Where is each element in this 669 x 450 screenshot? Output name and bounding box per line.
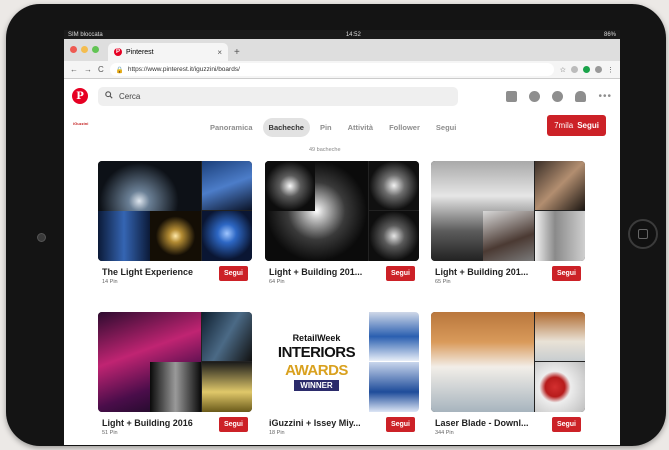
search-bar[interactable]: Cerca: [98, 86, 458, 106]
board-card[interactable]: Laser Blade - Downl... 344 Pin Segui: [431, 312, 585, 438]
award-line-2: INTERIORS: [277, 344, 356, 361]
board-title[interactable]: Light + Building 2016: [102, 418, 193, 428]
bell-icon[interactable]: [575, 90, 587, 102]
board-card[interactable]: Light + Building 2016 51 Pin Segui: [98, 312, 252, 438]
more-icon[interactable]: •••: [598, 91, 612, 102]
tab-panoramica[interactable]: Panoramica: [204, 118, 259, 137]
search-icon: [105, 91, 113, 101]
tab-follower[interactable]: Follower: [383, 118, 426, 137]
board-pin-count: 14 Pin: [102, 279, 118, 285]
board-card[interactable]: Light + Building 201... 65 Pin Segui: [431, 161, 585, 287]
close-tab-icon[interactable]: ×: [217, 48, 222, 57]
follow-board-button[interactable]: Segui: [551, 417, 581, 432]
lock-icon: 🔒: [115, 66, 124, 74]
board-title[interactable]: Laser Blade - Downl...: [435, 418, 529, 428]
board-title[interactable]: iGuzzini + Issey Miy...: [269, 418, 361, 428]
award-line-3: AWARDS: [285, 362, 348, 379]
tab-pin[interactable]: Pin: [314, 118, 338, 137]
profile-nav: iGuzzini Panoramica Bacheche Pin Attivit…: [64, 113, 620, 139]
tablet-frame: SIM bloccata 14:52 86% P Pinterest × + ←…: [6, 4, 666, 446]
board-cover: [98, 312, 252, 412]
board-card[interactable]: Light + Building 201... 64 Pin Segui: [265, 161, 419, 287]
forward-icon[interactable]: →: [84, 65, 92, 74]
browser-tab[interactable]: P Pinterest ×: [108, 43, 228, 61]
board-pin-count: 344 Pin: [435, 430, 454, 436]
search-input[interactable]: Cerca: [119, 92, 140, 101]
board-cover: [431, 312, 585, 412]
clock-text: 14:52: [345, 31, 361, 38]
pinterest-logo-icon[interactable]: P: [72, 88, 88, 104]
profile-icon[interactable]: [529, 90, 541, 102]
reload-icon[interactable]: C: [98, 65, 104, 74]
board-card[interactable]: The Light Experience 14 Pin Segui: [98, 161, 252, 287]
follow-board-button[interactable]: Segui: [551, 266, 581, 281]
board-cover: [98, 161, 252, 261]
brand-logo[interactable]: iGuzzini: [73, 121, 88, 126]
tab-bacheche[interactable]: Bacheche: [262, 118, 310, 137]
carrier-text: SIM bloccata: [68, 31, 103, 38]
screen: SIM bloccata 14:52 86% P Pinterest × + ←…: [64, 30, 620, 445]
board-pin-count: 64 Pin: [269, 279, 285, 285]
menu-icon[interactable]: ⋮: [607, 66, 614, 74]
award-line-4: WINNER: [294, 380, 339, 391]
status-bar: SIM bloccata 14:52 86%: [64, 30, 620, 39]
minimize-window-icon[interactable]: [81, 46, 88, 53]
follow-board-button[interactable]: Segui: [218, 417, 248, 432]
board-title[interactable]: The Light Experience: [102, 267, 193, 277]
board-count: 49 bacheche: [309, 147, 341, 153]
battery-text: 86%: [603, 31, 616, 38]
follow-board-button[interactable]: Segui: [218, 266, 248, 281]
home-button[interactable]: [628, 219, 658, 249]
pinterest-header: P Cerca •••: [64, 79, 620, 113]
address-bar-row: ← → C 🔒 https://www.pinterest.it/iguzzin…: [64, 61, 620, 79]
extension-green-icon[interactable]: [583, 66, 590, 73]
new-tab-icon[interactable]: +: [234, 47, 240, 58]
url-text: https://www.pinterest.it/iguzzini/boards…: [127, 66, 240, 73]
pinterest-favicon-icon: P: [114, 48, 122, 56]
board-pin-count: 65 Pin: [435, 279, 451, 285]
profile-tabs: Panoramica Bacheche Pin Attività Followe…: [204, 118, 462, 137]
follow-board-button[interactable]: Segui: [385, 266, 415, 281]
board-cover: [265, 161, 419, 261]
follow-profile-button[interactable]: 7mila Segui: [547, 115, 606, 136]
board-title[interactable]: Light + Building 201...: [269, 267, 362, 277]
follow-label: Segui: [577, 121, 599, 130]
close-window-icon[interactable]: [70, 46, 77, 53]
extension-grey-icon[interactable]: [595, 66, 602, 73]
chat-icon[interactable]: [552, 90, 564, 102]
board-pin-count: 51 Pin: [102, 430, 118, 436]
board-title[interactable]: Light + Building 201...: [435, 267, 528, 277]
maximize-window-icon[interactable]: [92, 46, 99, 53]
extensions: ☆ ⋮: [560, 66, 614, 74]
board-cover: RetailWeek INTERIORS AWARDS WINNER: [265, 312, 419, 412]
tab-title: Pinterest: [126, 48, 154, 56]
url-field[interactable]: 🔒 https://www.pinterest.it/iguzzini/boar…: [109, 63, 554, 76]
browser-tabbar: P Pinterest × +: [64, 39, 620, 61]
tab-segui[interactable]: Segui: [430, 118, 462, 137]
board-cover: [431, 161, 585, 261]
star-icon[interactable]: ☆: [560, 66, 566, 74]
follow-board-button[interactable]: Segui: [385, 417, 415, 432]
award-line-1: RetailWeek: [292, 333, 341, 343]
camera: [37, 233, 46, 242]
board-card[interactable]: RetailWeek INTERIORS AWARDS WINNER iGuzz…: [265, 312, 419, 438]
back-icon[interactable]: ←: [70, 65, 78, 74]
tab-attivita[interactable]: Attività: [342, 118, 379, 137]
window-controls: [70, 46, 99, 53]
people-icon[interactable]: [506, 90, 518, 102]
follower-count: 7mila: [554, 121, 574, 130]
award-image: RetailWeek INTERIORS AWARDS WINNER: [265, 312, 368, 412]
board-pin-count: 18 Pin: [269, 430, 285, 436]
extension-icon[interactable]: [571, 66, 578, 73]
header-icons: •••: [506, 90, 612, 102]
